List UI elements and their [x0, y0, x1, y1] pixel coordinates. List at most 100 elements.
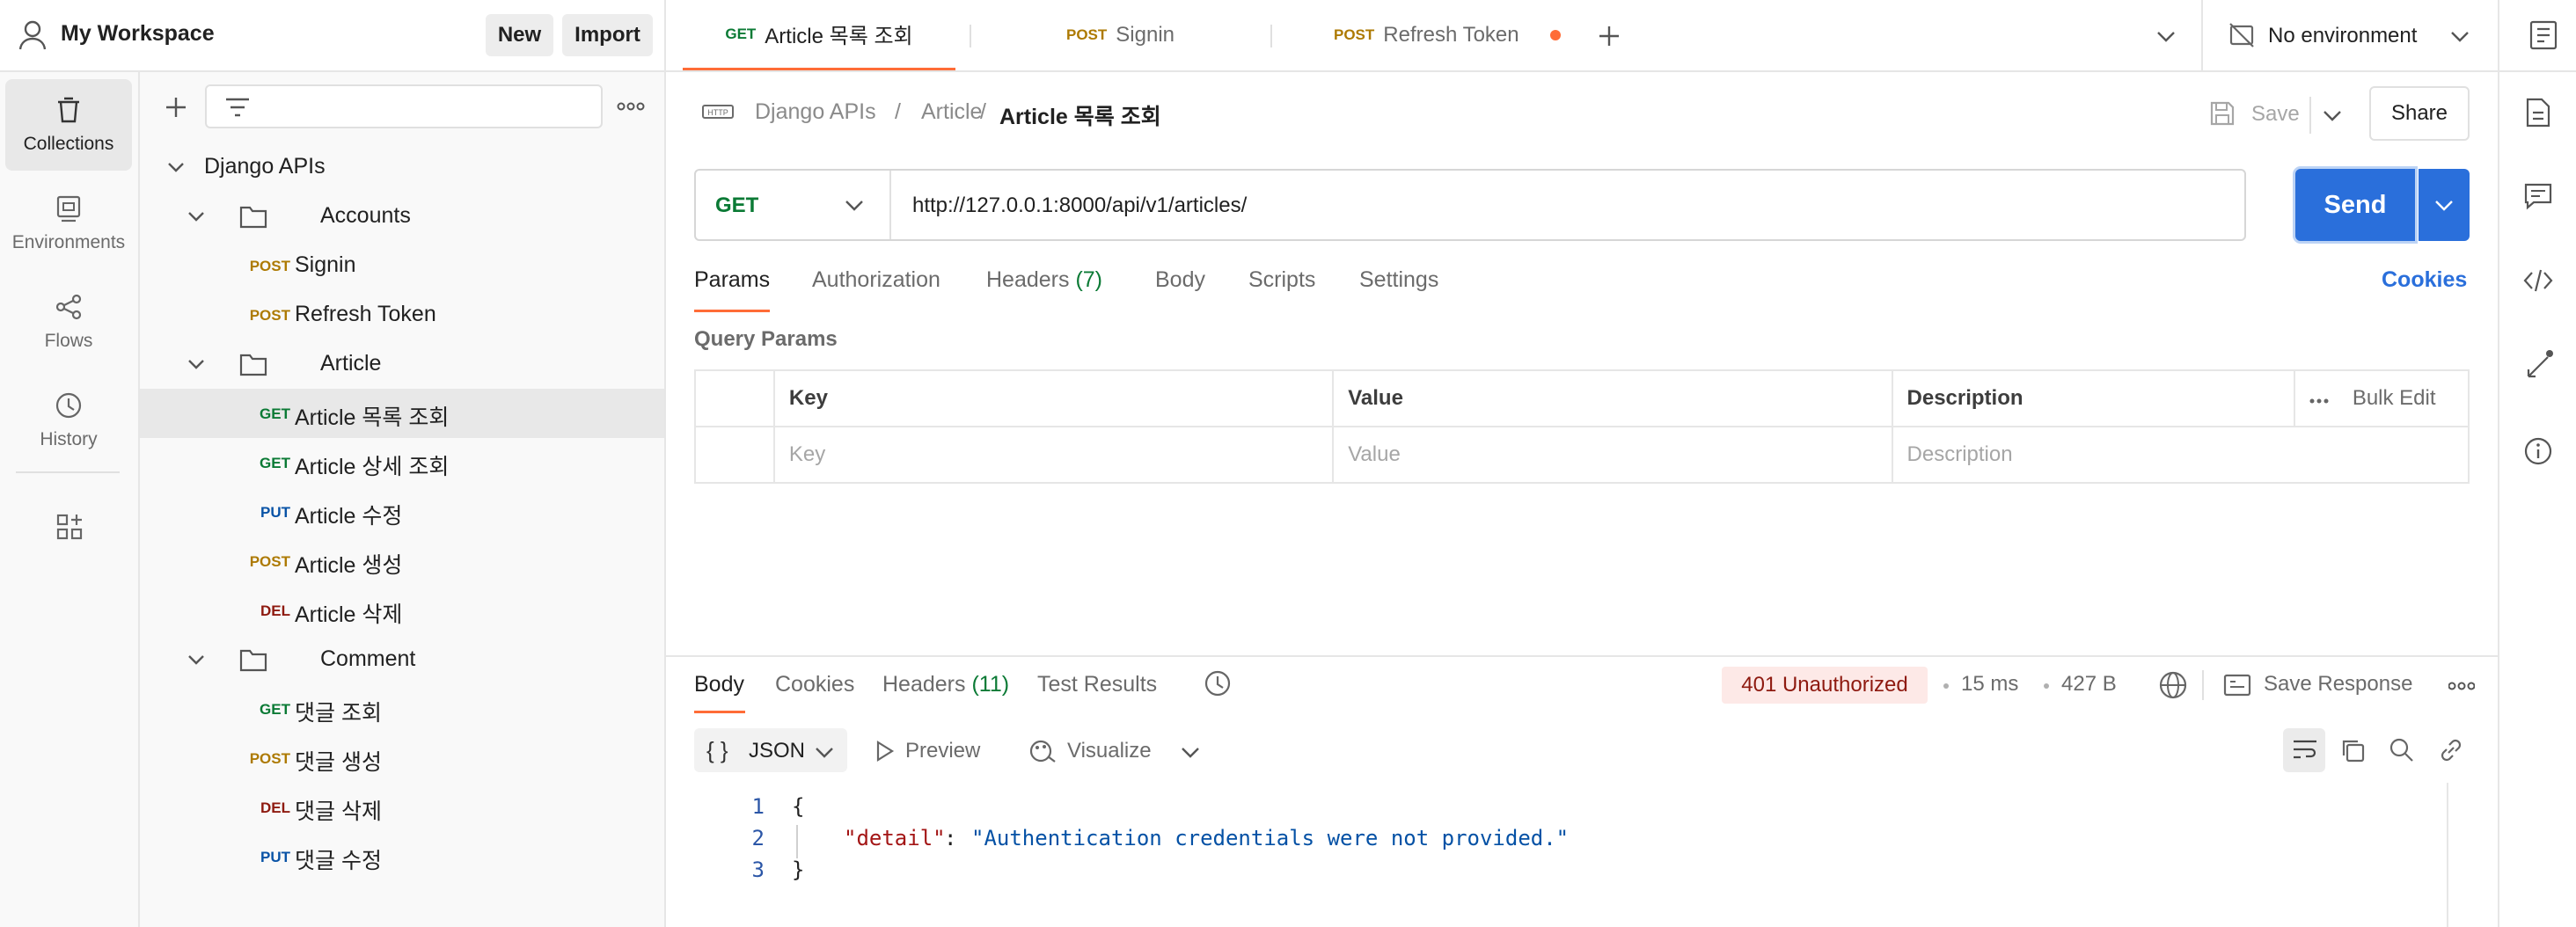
tab-refresh-token[interactable]: POST Refresh Token [1334, 0, 1519, 70]
method-select[interactable]: GET [696, 171, 891, 239]
key-input[interactable]: Key [772, 426, 1335, 484]
table-header-row: Key Value Description Bulk Edit [694, 369, 2470, 427]
request-article-detail[interactable]: GET Article 상세 조회 [140, 438, 664, 487]
response-tab-cookies[interactable]: Cookies [775, 672, 854, 697]
request-refresh-token[interactable]: POST Refresh Token [140, 290, 664, 339]
send-button[interactable]: Send [2295, 169, 2415, 241]
description-input[interactable]: Description [1891, 426, 2470, 484]
cookies-link[interactable]: Cookies [2382, 267, 2467, 293]
environment-selector[interactable]: No environment [2228, 0, 2474, 70]
documentation-icon[interactable] [2523, 97, 2553, 128]
chevron-down-icon[interactable] [2322, 106, 2343, 125]
preview-button[interactable]: Preview [875, 728, 999, 772]
request-comment-list[interactable]: GET 댓글 조회 [140, 684, 664, 734]
request-method: POST [249, 750, 290, 767]
query-params-title: Query Params [694, 327, 838, 351]
value-input[interactable]: Value [1332, 426, 1893, 484]
visualize-button[interactable]: Visualize [1028, 728, 1169, 772]
chevron-down-icon[interactable] [2155, 26, 2177, 46]
save-icon [2209, 100, 2236, 127]
tab-body[interactable]: Body [1155, 267, 1205, 293]
bulk-edit-button[interactable]: Bulk Edit [2353, 386, 2436, 410]
response-time[interactable]: 15 ms [1961, 672, 2018, 697]
rail-flows[interactable]: Flows [5, 276, 132, 368]
wrap-lines-button[interactable] [2283, 728, 2325, 772]
plus-icon[interactable] [1597, 24, 1621, 48]
history-icon[interactable] [1203, 668, 1233, 698]
chevron-down-icon[interactable] [1180, 742, 1201, 762]
more-options-icon[interactable] [2309, 386, 2329, 411]
response-tab-headers[interactable]: Headers (11) [882, 672, 1009, 697]
request-comment-delete[interactable]: DEL 댓글 삭제 [140, 783, 664, 832]
search-icon[interactable] [2389, 737, 2415, 763]
share-button[interactable]: Share [2369, 86, 2470, 141]
response-size[interactable]: 427 B [2061, 672, 2117, 697]
request-name: Signin [295, 252, 356, 277]
separator-dot [2044, 683, 2049, 689]
request-article-delete[interactable]: DEL Article 삭제 [140, 586, 664, 635]
link-icon[interactable] [2438, 737, 2464, 763]
request-article-list[interactable]: GET Article 목록 조회 [140, 389, 664, 438]
tab-scripts[interactable]: Scripts [1248, 267, 1315, 293]
configure-sidebar-icon[interactable] [55, 512, 84, 542]
tab-authorization[interactable]: Authorization [812, 267, 940, 293]
tab-divider [1270, 25, 1272, 47]
tab-label: Signin [1116, 23, 1175, 47]
tab-params[interactable]: Params [694, 267, 770, 293]
related-collections-icon[interactable] [2523, 350, 2553, 380]
response-tab-body[interactable]: Body [694, 672, 744, 697]
request-signin[interactable]: POST Signin [140, 241, 664, 290]
more-options-icon[interactable] [617, 102, 645, 111]
breadcrumb-collection[interactable]: Django APIs [755, 99, 876, 125]
rail-collections[interactable]: Collections [5, 79, 132, 171]
folder-icon [239, 204, 267, 229]
request-name: 댓글 수정 [295, 849, 382, 873]
breadcrumb-request: Article 목록 조회 [999, 105, 1161, 129]
status-badge[interactable]: 401 Unauthorized [1722, 667, 1928, 704]
workspace-overview-icon[interactable] [2528, 19, 2558, 51]
url-input[interactable]: http://127.0.0.1:8000/api/v1/articles/ [912, 193, 1247, 218]
response-tab-test-results[interactable]: Test Results [1037, 672, 1157, 697]
tab-headers[interactable]: Headers (7) [986, 267, 1102, 293]
new-button[interactable]: New [486, 14, 553, 56]
rail-environments[interactable]: Environments [5, 178, 132, 269]
workspace-name[interactable]: My Workspace [61, 21, 215, 47]
import-button[interactable]: Import [562, 14, 653, 56]
send-options-button[interactable] [2419, 169, 2470, 241]
response-body-viewer[interactable]: 1 2 3 { "detail" : "Authentication crede… [666, 783, 2452, 927]
plus-icon[interactable] [164, 95, 188, 120]
comments-icon[interactable] [2523, 181, 2553, 211]
folder-name: Accounts [320, 203, 411, 228]
top-bar: My Workspace New Import GET Article 목록 조… [0, 0, 2576, 72]
rail-label: Collections [23, 134, 114, 154]
tab-signin[interactable]: POST Signin [1066, 0, 1175, 70]
rail-history[interactable]: History [5, 375, 132, 466]
info-icon[interactable] [2523, 436, 2553, 466]
request-comment-update[interactable]: PUT 댓글 수정 [140, 832, 664, 881]
sidebar-search-input[interactable] [205, 84, 603, 128]
save-button[interactable]: Save [2209, 86, 2300, 141]
breadcrumb-folder[interactable]: Article [921, 99, 982, 125]
request-comment-create[interactable]: POST 댓글 생성 [140, 734, 664, 783]
copy-icon[interactable] [2339, 737, 2366, 763]
save-response-label: Save Response [2264, 672, 2413, 696]
code-icon[interactable] [2523, 267, 2553, 297]
format-selector[interactable]: { } JSON [694, 728, 847, 772]
more-options-icon[interactable] [2448, 682, 2475, 690]
request-article-update[interactable]: PUT Article 수정 [140, 487, 664, 536]
tab-settings[interactable]: Settings [1359, 267, 1438, 293]
request-article-create[interactable]: POST Article 생성 [140, 536, 664, 586]
tab-article-list[interactable]: GET Article 목록 조회 [683, 0, 955, 70]
collection-django-apis[interactable]: Django APIs [140, 142, 664, 192]
tab-headers-count: (7) [1075, 267, 1103, 292]
save-response-button[interactable]: Save Response [2223, 667, 2426, 704]
folder-accounts[interactable]: Accounts [140, 192, 664, 241]
folder-comment[interactable]: Comment [140, 635, 664, 684]
row-checkbox[interactable] [694, 426, 775, 484]
folder-article[interactable]: Article [140, 339, 664, 389]
request-method: GET [260, 701, 290, 718]
request-method: GET [260, 405, 290, 422]
globe-icon[interactable] [2158, 670, 2188, 700]
scrollbar-track[interactable] [2447, 783, 2448, 927]
divider [2201, 0, 2203, 70]
